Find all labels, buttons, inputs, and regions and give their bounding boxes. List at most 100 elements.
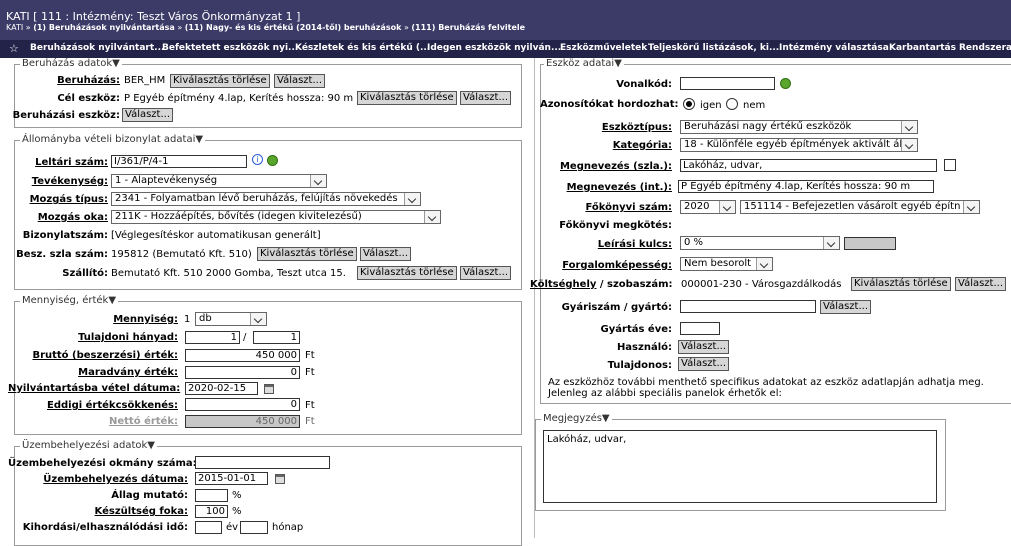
beruhazas-legend[interactable]: Beruházás adatok▼ bbox=[20, 58, 122, 69]
mozgas-oka-label: Mozgás oka: bbox=[37, 212, 108, 223]
refresh-icon[interactable] bbox=[267, 155, 278, 166]
koltseghely-value: 000001-230 - Városgazdálkodás bbox=[681, 279, 842, 290]
beruhazas-choose-button[interactable]: Választ... bbox=[274, 74, 326, 88]
menu-teljeskoru[interactable]: Teljeskörű listázások, ki... bbox=[648, 43, 779, 53]
maradvany-currency: Ft bbox=[305, 367, 315, 378]
menu-idegen[interactable]: Idegen eszközök nyilván... bbox=[427, 43, 561, 53]
menu-befektetett[interactable]: Befektetett eszközök nyi... bbox=[162, 43, 298, 53]
megnevezes-szla-input[interactable]: Lakóház, udvar, bbox=[680, 159, 937, 172]
brutto-input[interactable]: 450 000 bbox=[185, 349, 300, 362]
beruhazasi-eszkoz-choose-button[interactable]: Választ... bbox=[122, 108, 174, 122]
eddigi-ecs-currency: Ft bbox=[305, 400, 315, 411]
app-header: KATI [ 111 : Intézmény: Teszt Város Önko… bbox=[0, 0, 1011, 40]
kategoria-label: Kategória: bbox=[612, 140, 672, 151]
leirasi-kulcs-extra-input bbox=[844, 237, 896, 250]
netto-input: 450 000 bbox=[185, 415, 300, 428]
chevron-down-icon bbox=[310, 175, 326, 187]
szallito-label: Szállító: bbox=[62, 268, 108, 279]
koltseghely-choose-button[interactable]: Választ... bbox=[955, 277, 1007, 291]
azonositok-label: Azonosítókat hordozhat: bbox=[540, 99, 679, 110]
tevekenyseg-select[interactable]: 1 - Alaptevékenység bbox=[111, 174, 327, 188]
megjegyzes-textarea[interactable]: Lakóház, udvar, bbox=[543, 430, 937, 503]
menu-rendszeradm[interactable]: Rendszeradm bbox=[959, 43, 1011, 53]
beruhazas-clear-button[interactable]: Kiválasztás törlése bbox=[170, 74, 270, 88]
mennyiseg-unit-select[interactable]: db bbox=[195, 312, 267, 326]
tulajdoni-hanyad-b-input[interactable]: 1 bbox=[253, 331, 300, 344]
nyilvantartasba-datum-input[interactable]: 2020-02-15 bbox=[185, 382, 258, 395]
hasznalo-choose-button[interactable]: Választ... bbox=[678, 340, 730, 354]
nem-radio[interactable] bbox=[726, 98, 738, 110]
gyariszam-input[interactable] bbox=[680, 300, 816, 313]
calendar-icon[interactable] bbox=[264, 384, 274, 394]
kategoria-select[interactable]: 18 - Különféle egyéb építmények aktivált… bbox=[680, 138, 918, 152]
tulajdonos-label: Tulajdonos: bbox=[607, 360, 672, 371]
koltseghely-label: Költséghely / szobaszám: bbox=[530, 279, 673, 290]
tulajdoni-hanyad-label: Tulajdoni hányad: bbox=[78, 332, 178, 343]
megjegyzes-legend[interactable]: Megjegyzés▼ bbox=[541, 413, 612, 424]
maradvany-input[interactable]: 0 bbox=[185, 366, 300, 379]
uzembe-datum-input[interactable]: 2015-01-01 bbox=[195, 472, 268, 485]
allag-input[interactable] bbox=[195, 489, 228, 502]
chevron-down-icon bbox=[963, 201, 979, 213]
uzembe-legend[interactable]: Üzembehelyezési adatok▼ bbox=[20, 440, 157, 451]
hasznalo-label: Használó: bbox=[616, 342, 672, 353]
leirasi-kulcs-label: Leírási kulcs: bbox=[597, 239, 672, 250]
besz-szla-choose-button[interactable]: Választ... bbox=[360, 247, 412, 261]
cel-eszkoz-clear-button[interactable]: Kiválasztás törlése bbox=[357, 91, 457, 105]
menu-keszletek[interactable]: Készletek és kis értékű (... bbox=[295, 43, 430, 53]
leltari-szam-input[interactable]: I/361/P/4-1 bbox=[111, 155, 247, 168]
kihordasi-ev-input[interactable] bbox=[195, 521, 222, 534]
okmany-input[interactable] bbox=[195, 456, 330, 469]
fokonyvi-year-select[interactable]: 2020 bbox=[680, 200, 736, 214]
menu-eszkozmuveletek[interactable]: Eszközműveletek bbox=[560, 43, 647, 53]
szallito-choose-button[interactable]: Választ... bbox=[460, 266, 512, 280]
gyartas-eve-input[interactable] bbox=[680, 322, 720, 335]
allag-pct: % bbox=[232, 490, 242, 501]
besz-szla-clear-button[interactable]: Kiválasztás törlése bbox=[257, 247, 357, 261]
megnevezes-checkbox[interactable] bbox=[944, 159, 956, 171]
nem-label: nem bbox=[743, 100, 766, 111]
refresh-icon[interactable] bbox=[780, 78, 791, 89]
brutto-label: Bruttó (beszerzési) érték: bbox=[32, 350, 178, 361]
eszkoztipus-select[interactable]: Beruházási nagy értékű eszközök bbox=[680, 120, 918, 134]
keszultseg-input[interactable]: 100 bbox=[195, 505, 228, 518]
okmany-label: Üzembehelyezési okmány száma: bbox=[8, 458, 197, 469]
tulajdonos-choose-button[interactable]: Választ... bbox=[678, 357, 730, 371]
menu-karbantartas[interactable]: Karbantartás bbox=[889, 43, 956, 53]
app-title: KATI [ 111 : Intézmény: Teszt Város Önko… bbox=[6, 10, 301, 23]
igen-radio[interactable] bbox=[683, 98, 695, 110]
menu-beruhazasok[interactable]: Beruházások nyilvántart... bbox=[30, 43, 164, 53]
chevron-down-icon bbox=[404, 193, 420, 205]
mozgas-oka-select[interactable]: 211K - Hozzáépítés, bővítés (idegen kivi… bbox=[111, 210, 441, 224]
szallito-clear-button[interactable]: Kiválasztás törlése bbox=[357, 266, 457, 280]
mozgas-tipus-select[interactable]: 2341 - Folyamatban lévő beruházás, felúj… bbox=[111, 192, 421, 206]
vonalkod-input[interactable] bbox=[680, 77, 775, 90]
kihordasi-ev-unit: év bbox=[226, 522, 239, 533]
eszkoz-legend[interactable]: Eszköz adatai▼ bbox=[544, 58, 624, 69]
gyarto-choose-button[interactable]: Választ... bbox=[820, 300, 872, 314]
info-icon[interactable]: i bbox=[252, 154, 263, 165]
forgalomkepesseg-label: Forgalomképesség: bbox=[562, 260, 672, 271]
fokonyvi-szam-select[interactable]: 151114 - Befejezetlen vásárolt egyéb épí… bbox=[740, 200, 980, 214]
koltseghely-clear-button[interactable]: Kiválasztás törlése bbox=[851, 277, 951, 291]
menu-intezmeny[interactable]: Intézmény választása bbox=[779, 43, 889, 53]
mennyiseg-legend[interactable]: Mennyiség, érték▼ bbox=[20, 295, 119, 306]
tulajdoni-hanyad-separator: / bbox=[243, 332, 247, 343]
breadcrumb-current: (111) Beruházás felvitele bbox=[411, 23, 526, 32]
kihordasi-honap-input[interactable] bbox=[240, 521, 268, 534]
forgalomkepesseg-select[interactable]: Nem besorolt bbox=[680, 257, 773, 271]
cel-eszkoz-choose-button[interactable]: Választ... bbox=[460, 91, 512, 105]
mozgas-tipus-label: Mozgás típus: bbox=[29, 194, 108, 205]
brutto-currency: Ft bbox=[305, 350, 315, 361]
eddigi-ecs-input[interactable]: 0 bbox=[185, 398, 300, 411]
megnevezes-szla-label: Megnevezés (szla.): bbox=[559, 161, 672, 172]
breadcrumb-link-1[interactable]: (1) Beruházások nyilvántartása bbox=[33, 23, 175, 32]
breadcrumb-link-2[interactable]: (11) Nagy- és kis értékű (2014-től) beru… bbox=[185, 23, 402, 32]
allomany-legend[interactable]: Állományba vételi bizonylat adatai▼ bbox=[20, 134, 206, 145]
megnevezes-int-input[interactable]: P Egyéb építmény 4.lap, Kerítés hossza: … bbox=[678, 180, 934, 193]
leirasi-kulcs-select[interactable]: 0 % bbox=[680, 236, 840, 250]
cel-eszkoz-value: P Egyéb építmény 4.lap, Kerítés hossza: … bbox=[124, 93, 354, 104]
favorite-star-icon[interactable]: ☆ bbox=[9, 42, 19, 55]
tulajdoni-hanyad-a-input[interactable]: 1 bbox=[185, 331, 240, 344]
calendar-icon[interactable] bbox=[275, 474, 285, 484]
